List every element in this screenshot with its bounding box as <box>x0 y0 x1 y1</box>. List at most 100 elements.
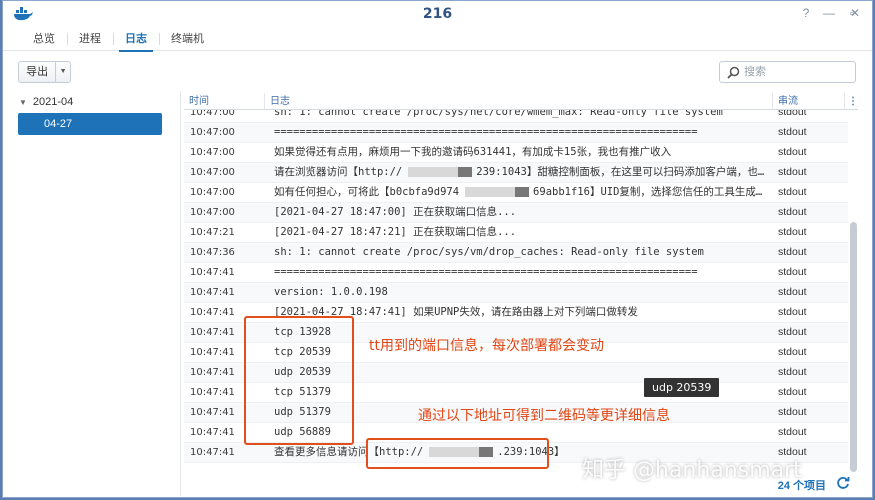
row-time: 10:47:00 <box>190 167 235 178</box>
row-stream: stdout <box>778 426 807 438</box>
row-log-text: [2021-04-27 18:47:21] 正在获取端口信息... <box>274 226 517 238</box>
tab-terminal[interactable]: 终端机 <box>159 27 216 51</box>
row-stream: stdout <box>778 206 807 218</box>
table-row[interactable]: 10:47:00 如果觉得还有点用，麻烦用一下我的邀请码631441，有加成卡15… <box>184 143 848 163</box>
row-log-text-tail: 239:1043】甜糖控制面板，在这里可以扫码添加客户端，也… <box>476 166 765 178</box>
row-log: 如有任何担心，可将此【b0cbfa9d974 69abb1f16】UID复制，选择… <box>265 183 773 202</box>
row-time: 10:47:00 <box>190 207 235 218</box>
row-stream: stdout <box>778 366 807 378</box>
row-stream: stdout <box>778 386 807 398</box>
row-log: ========================================… <box>265 263 773 282</box>
redacted-mark <box>408 167 459 177</box>
date-tree-panel: ▼ 2021-04 04-27 <box>3 91 181 496</box>
title-bar: 216 ? — ▫ ✕ <box>3 1 872 27</box>
redacted-mark <box>465 187 516 197</box>
column-menu-icon[interactable]: ⋮ <box>845 93 858 109</box>
tree-node-month-label: 2021-04 <box>32 96 74 108</box>
row-stream: stdout <box>778 146 807 158</box>
search-input[interactable] <box>744 64 850 80</box>
table-row[interactable]: 10:47:36 sh: 1: cannot create /proc/sys/v… <box>184 243 848 263</box>
row-stream: stdout <box>778 326 807 338</box>
tree-node-day[interactable]: 04-27 <box>18 113 162 135</box>
table-row[interactable]: 10:47:00 请在浏览器访问【http:// 239:1043】甜糖控制面板，在… <box>184 163 848 183</box>
column-header-log[interactable]: 日志 <box>265 93 773 109</box>
row-log: version: 1.0.0.198 <box>265 283 773 302</box>
tooltip: udp 20539 <box>644 378 720 397</box>
row-time: 10:47:00 <box>190 147 235 158</box>
row-time: 10:47:21 <box>190 227 235 238</box>
refresh-icon[interactable] <box>836 476 850 490</box>
row-log-text-tail: 69abb1f16】UID复制，选择您信任的工具生成… <box>533 186 763 198</box>
grid-header: 时间 日志 串流 ⋮ <box>184 93 858 110</box>
redacted-mark <box>458 167 473 177</box>
row-log-text: sh: 1: cannot create /proc/sys/vm/drop_c… <box>274 246 704 258</box>
row-log-text: ========================================… <box>274 126 698 138</box>
row-stream: stdout <box>778 110 807 118</box>
row-log: [2021-04-27 18:47:00] 正在获取端口信息... <box>265 203 773 222</box>
scrollbar-thumb[interactable] <box>850 222 857 472</box>
row-log-text: version: 1.0.0.198 <box>274 286 388 298</box>
table-row[interactable]: 10:47:21 [2021-04-27 18:47:21] 正在获取端口信息..… <box>184 223 848 243</box>
watermark: 知乎 @hanhansmart <box>582 458 802 483</box>
row-log: [2021-04-27 18:47:21] 正在获取端口信息... <box>265 223 773 242</box>
tab-bar: 总览 进程 日志 终端机 <box>3 27 872 52</box>
close-icon[interactable]: ✕ <box>847 6 863 20</box>
export-button-label[interactable]: 导出 <box>19 62 57 82</box>
table-row[interactable]: 10:47:00 ================================… <box>184 123 848 143</box>
row-log: 如果觉得还有点用，麻烦用一下我的邀请码631441，有加成卡15张，我也有推广收… <box>265 143 773 162</box>
row-log: sh: 1: cannot create /proc/sys/net/core/… <box>265 110 773 122</box>
row-log-text: sh: 1: cannot create /proc/sys/net/core/… <box>274 110 723 118</box>
row-stream: stdout <box>778 186 807 198</box>
tab-overview[interactable]: 总览 <box>21 27 67 51</box>
row-log: ========================================… <box>265 123 773 142</box>
column-header-stream[interactable]: 串流 <box>773 93 845 109</box>
search-box[interactable] <box>719 61 856 83</box>
url-highlight-box <box>366 438 549 469</box>
row-log-text: 如果觉得还有点用，麻烦用一下我的邀请码631441，有加成卡15张，我也有推广收… <box>274 146 672 158</box>
row-log-text: 如有任何担心，可将此【b0cbfa9d974 <box>274 186 460 198</box>
row-stream: stdout <box>778 346 807 358</box>
row-time: 10:47:00 <box>190 127 235 138</box>
window-title: 216 <box>422 6 453 22</box>
chevron-down-icon[interactable]: ▼ <box>56 62 70 82</box>
table-row[interactable]: 10:47:00 sh: 1: cannot create /proc/sys/n… <box>184 110 848 123</box>
tab-processes[interactable]: 进程 <box>67 27 113 51</box>
row-stream: stdout <box>778 166 807 178</box>
export-button[interactable]: 导出 ▼ <box>18 61 71 83</box>
row-stream: stdout <box>778 306 807 318</box>
caret-down-icon[interactable]: ▼ <box>19 98 27 107</box>
row-log: sh: 1: cannot create /proc/sys/vm/drop_c… <box>265 243 773 262</box>
row-time: 10:47:41 <box>190 287 235 298</box>
table-row[interactable]: 10:47:00 [2021-04-27 18:47:00] 正在获取端口信息..… <box>184 203 848 223</box>
help-icon[interactable]: ? <box>798 6 814 20</box>
tree-node-month[interactable]: ▼ 2021-04 <box>19 96 73 108</box>
table-row[interactable]: 10:47:41 version: 1.0.0.198 stdout <box>184 283 848 303</box>
redacted-mark <box>515 187 530 197</box>
toolbar: 导出 ▼ <box>3 51 872 91</box>
search-icon <box>727 66 740 79</box>
row-time: 10:47:36 <box>190 247 235 258</box>
column-header-time[interactable]: 时间 <box>184 93 265 109</box>
minimize-icon[interactable]: — <box>821 6 837 20</box>
row-stream: stdout <box>778 286 807 298</box>
row-log-text: [2021-04-27 18:47:00] 正在获取端口信息... <box>274 206 517 218</box>
row-stream: stdout <box>778 126 807 138</box>
table-row[interactable]: 10:47:41 ================================… <box>184 263 848 283</box>
qr-annotation: 通过以下地址可得到二维码等更详细信息 <box>418 408 670 424</box>
row-log: 请在浏览器访问【http:// 239:1043】甜糖控制面板，在这里可以扫码添加… <box>265 163 773 182</box>
row-time: 10:47:00 <box>190 110 235 118</box>
tab-logs[interactable]: 日志 <box>113 27 159 52</box>
row-time: 10:47:41 <box>190 267 235 278</box>
ports-highlight-box <box>244 316 354 445</box>
scrollbar[interactable] <box>850 130 857 472</box>
row-time: 10:47:00 <box>190 187 235 198</box>
row-log-text: ========================================… <box>274 266 698 278</box>
row-time: 10:47:41 <box>190 447 235 458</box>
table-row[interactable]: 10:47:00 如有任何担心，可将此【b0cbfa9d974 69abb1f16】… <box>184 183 848 203</box>
row-stream: stdout <box>778 226 807 238</box>
row-stream: stdout <box>778 266 807 278</box>
row-log-text: 请在浏览器访问【http:// <box>274 166 403 178</box>
row-stream: stdout <box>778 406 807 418</box>
ports-annotation: tt用到的端口信息，每次部署都会变动 <box>369 338 604 354</box>
row-stream: stdout <box>778 246 807 258</box>
